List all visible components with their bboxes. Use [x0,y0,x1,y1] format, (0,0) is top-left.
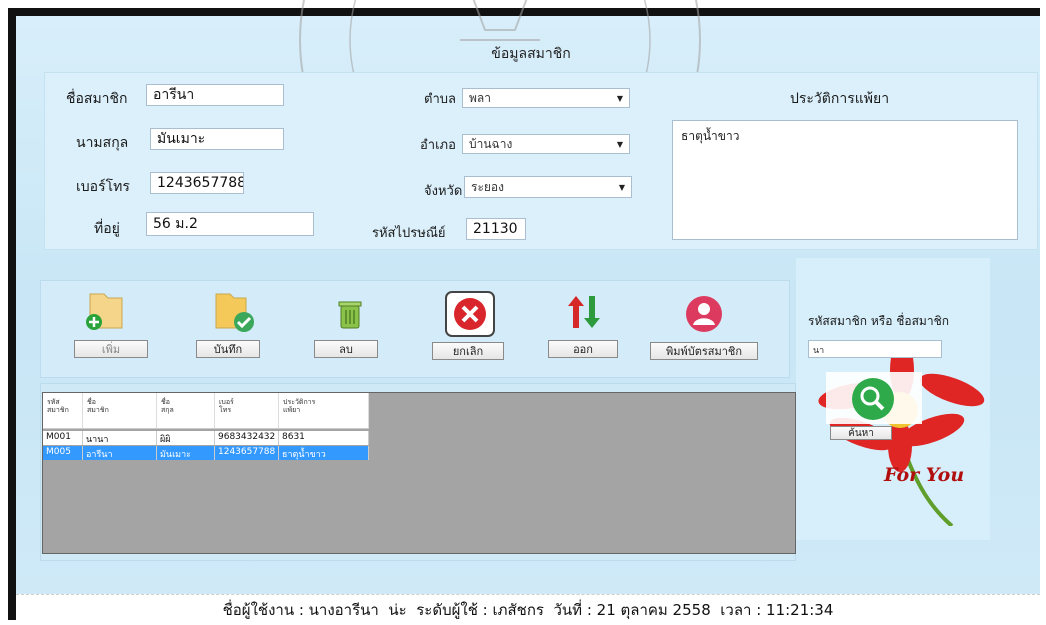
table-cell: มันเมาะ [157,446,215,460]
table-cell: 8631 [279,431,369,445]
search-button[interactable]: ค้นหา [830,426,892,440]
form-title: ข้อมูลสมาชิก [491,46,571,62]
window-top-border [8,8,1040,16]
add-button[interactable]: เพิ่ม [74,340,148,358]
status-bar: ชื่อผู้ใช้งาน : นางอารีนา น่ะ ระดับผู้ใช… [16,594,1040,625]
table-row[interactable]: M001 นานา ผิผิ 9683432432 8631 [43,431,369,445]
surname-label: นามสกุล [76,135,129,151]
for-you-text: For You [884,464,965,486]
district-value: บ้านฉาง [469,136,513,151]
province-select[interactable]: ระยอง ▼ [464,176,632,198]
chevron-down-icon: ▼ [616,139,623,149]
add-folder-icon[interactable] [84,288,130,334]
member-name-field[interactable]: อารีนา [146,84,284,106]
table-header: รหัส สมาชิก ชื่อ สมาชิก ชื่อ สกุล เบอร์ … [43,393,369,429]
table-cell: ธาตุน้ำขาว [279,446,369,460]
search-label: รหัสสมาชิก หรือ ชื่อสมาชิก [808,314,949,328]
column-header[interactable]: ประวัติการ แพ้ยา [279,393,369,428]
subdistrict-value: พลา [469,90,492,105]
address-field[interactable]: 56 ม.2 [146,212,314,236]
column-header[interactable]: รหัส สมาชิก [43,393,83,428]
trash-icon[interactable] [338,300,362,330]
postal-code-field[interactable]: 21130 [466,218,526,240]
table-cell: อารีนา [83,446,157,460]
subdistrict-select[interactable]: พลา ▼ [462,88,630,108]
province-label: จังหวัด [424,184,463,199]
allergy-history-label: ประวัติการแพ้ยา [790,91,890,107]
postal-code-label: รหัสไปรษณีย์ [372,226,446,241]
phone-label: เบอร์โทร [76,179,130,195]
chevron-down-icon: ▼ [618,182,625,192]
province-value: ระยอง [471,179,504,194]
address-label: ที่อยู่ [94,221,120,237]
cancel-button[interactable]: ยกเลิก [432,342,504,360]
cancel-icon[interactable] [444,290,496,338]
exit-arrows-icon[interactable] [564,292,604,332]
delete-button[interactable]: ลบ [314,340,378,358]
action-button-panel [40,280,790,378]
table-cell: M005 [43,446,83,460]
table-cell: 1243657788 [215,446,279,460]
save-folder-icon[interactable] [212,288,262,336]
district-label: อำเภอ [420,138,456,153]
member-name-label: ชื่อสมาชิก [66,91,128,107]
member-card-icon[interactable] [684,294,724,334]
column-header[interactable]: ชื่อ สมาชิก [83,393,157,428]
search-input[interactable]: นา [808,340,942,358]
district-select[interactable]: บ้านฉาง ▼ [462,134,630,154]
column-header[interactable]: ชื่อ สกุล [157,393,215,428]
phone-field[interactable]: 1243657788 [150,172,244,194]
members-table[interactable]: รหัส สมาชิก ชื่อ สมาชิก ชื่อ สกุล เบอร์ … [42,392,796,554]
exit-button[interactable]: ออก [548,340,618,358]
table-cell: นานา [83,431,157,445]
status-text: ชื่อผู้ใช้งาน : นางอารีนา น่ะ ระดับผู้ใช… [222,601,834,619]
column-header[interactable]: เบอร์ โทร [215,393,279,428]
allergy-history-textarea[interactable]: ธาตุน้ำขาว [672,120,1018,240]
save-button[interactable]: บันทึก [196,340,260,358]
table-row[interactable]: M005 อารีนา มันเมาะ 1243657788 ธาตุน้ำขา… [43,446,369,460]
search-icon[interactable] [850,376,896,422]
chevron-down-icon: ▼ [616,93,623,103]
subdistrict-label: ตำบล [424,92,456,107]
table-cell: 9683432432 [215,431,279,445]
print-member-card-button[interactable]: พิมพ์บัตรสมาชิก [650,342,758,360]
table-cell: ผิผิ [157,431,215,445]
surname-field[interactable]: มันเมาะ [150,128,284,150]
table-cell: M001 [43,431,83,445]
window-left-border [8,8,16,620]
